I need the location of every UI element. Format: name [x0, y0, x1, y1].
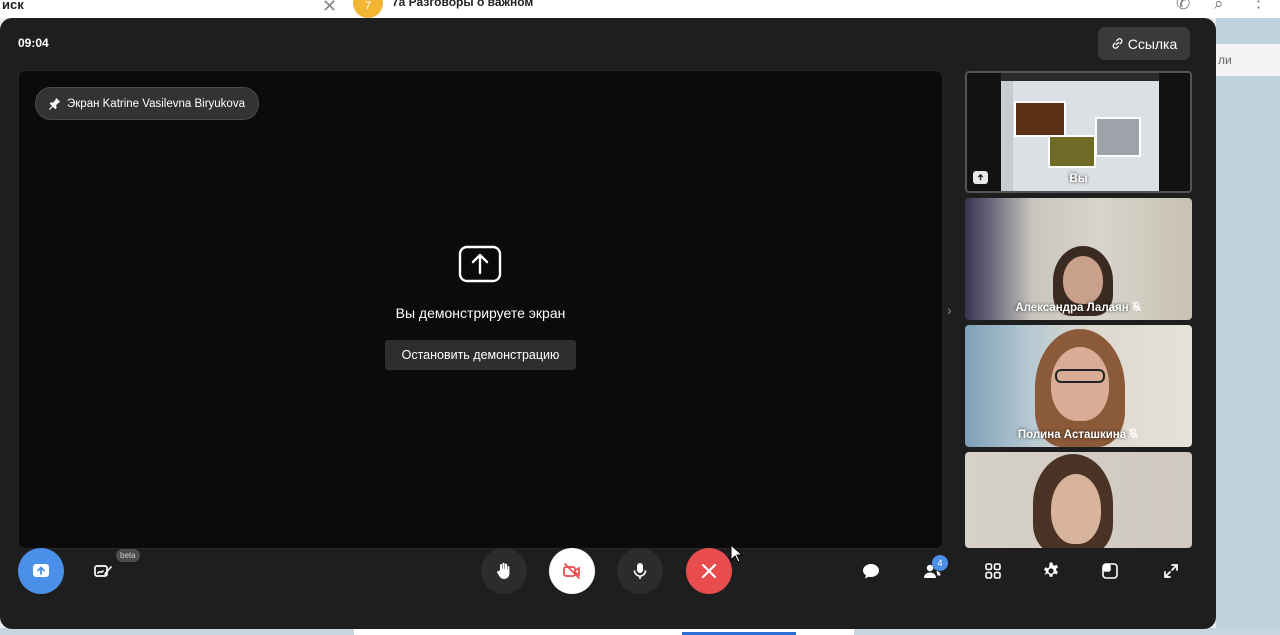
participant-tile-self[interactable]: Вы: [965, 71, 1192, 193]
participant-video: [1051, 347, 1109, 421]
hand-icon: [496, 562, 510, 579]
preview-image: [1048, 135, 1096, 168]
fullscreen-button[interactable]: [1148, 548, 1194, 594]
microphone-icon: [633, 563, 647, 579]
close-icon: [701, 563, 717, 579]
background-search-label: иск: [2, 0, 24, 12]
mic-off-icon: [1131, 301, 1141, 312]
participant-name: Вы: [1069, 173, 1088, 185]
call-timer: 09:04: [18, 36, 49, 50]
phone-icon[interactable]: ✆: [1176, 0, 1190, 14]
settings-button[interactable]: [1028, 548, 1074, 594]
search-icon[interactable]: ⌕: [1214, 0, 1224, 14]
chat-button[interactable]: [848, 548, 894, 594]
preview-toolbar: [1001, 73, 1159, 81]
camera-off-icon: [563, 563, 580, 579]
picture-in-picture-icon: [1102, 563, 1118, 579]
preview-image: [1014, 101, 1066, 137]
chat-pinned-text: ли: [1218, 53, 1232, 67]
chat-avatar: 7: [353, 0, 383, 18]
screen-share-button[interactable]: [18, 548, 64, 594]
more-icon[interactable]: ⋮: [1250, 0, 1267, 12]
beta-badge: beta: [116, 549, 140, 562]
participant-tile[interactable]: Полина Асташкина: [965, 325, 1192, 447]
screen-share-icon: [458, 245, 502, 283]
collapse-panel-chevron-icon[interactable]: ›: [947, 302, 952, 318]
participant-tile[interactable]: Александра Лалаян: [965, 198, 1192, 320]
copy-link-label: Ссылка: [1127, 35, 1178, 52]
participant-tile[interactable]: [965, 452, 1192, 548]
close-icon[interactable]: ✕: [322, 0, 337, 17]
background-app-header: иск ✕ 7 7а Разговоры о важном ✆ ⌕ ⋮: [0, 0, 1280, 18]
participant-video: [1051, 474, 1101, 544]
draw-icon: [94, 565, 112, 577]
participant-name: Александра Лалаян: [965, 301, 1192, 314]
participants-count-badge: 4: [932, 555, 948, 571]
screen-share-icon: [33, 564, 49, 577]
raise-hand-button[interactable]: [481, 548, 527, 594]
end-call-button[interactable]: [686, 548, 732, 594]
grid-icon: [985, 563, 1001, 579]
layout-button[interactable]: [1087, 548, 1133, 594]
participant-name-text: Полина Асташкина: [1017, 429, 1127, 441]
chat-icon: [863, 564, 879, 579]
pin-icon: [48, 97, 61, 110]
pinned-screen-chip[interactable]: Экран Katrine Vasilevna Biryukova: [35, 87, 259, 120]
participants-button[interactable]: [909, 548, 955, 594]
mic-off-icon: [1129, 428, 1139, 439]
microphone-button[interactable]: [617, 548, 663, 594]
gear-icon: [1044, 562, 1058, 577]
sharing-message: Вы демонстрируете экран: [395, 305, 566, 321]
preview-image: [1095, 117, 1141, 157]
grid-view-button[interactable]: [970, 548, 1016, 594]
main-stage: Экран Katrine Vasilevna Biryukova Вы дем…: [18, 70, 943, 549]
mouse-cursor-icon: [730, 544, 743, 563]
fullscreen-icon: [1164, 564, 1178, 578]
participant-name-text: Александра Лалаян: [1015, 302, 1129, 314]
chat-pinned-bar: ли: [1216, 44, 1280, 76]
participant-name: Полина Асташкина: [965, 428, 1192, 441]
chat-title: 7а Разговоры о важном: [392, 0, 534, 9]
link-icon: [1112, 38, 1123, 49]
participant-video: [1063, 256, 1103, 304]
chat-background: [1216, 18, 1280, 635]
camera-toggle-button[interactable]: [549, 548, 595, 594]
copy-link-button[interactable]: Ссылка: [1098, 27, 1190, 60]
stop-sharing-button[interactable]: Остановить демонстрацию: [385, 340, 576, 370]
pinned-screen-label: Экран Katrine Vasilevna Biryukova: [67, 97, 245, 110]
glasses: [1055, 369, 1105, 383]
